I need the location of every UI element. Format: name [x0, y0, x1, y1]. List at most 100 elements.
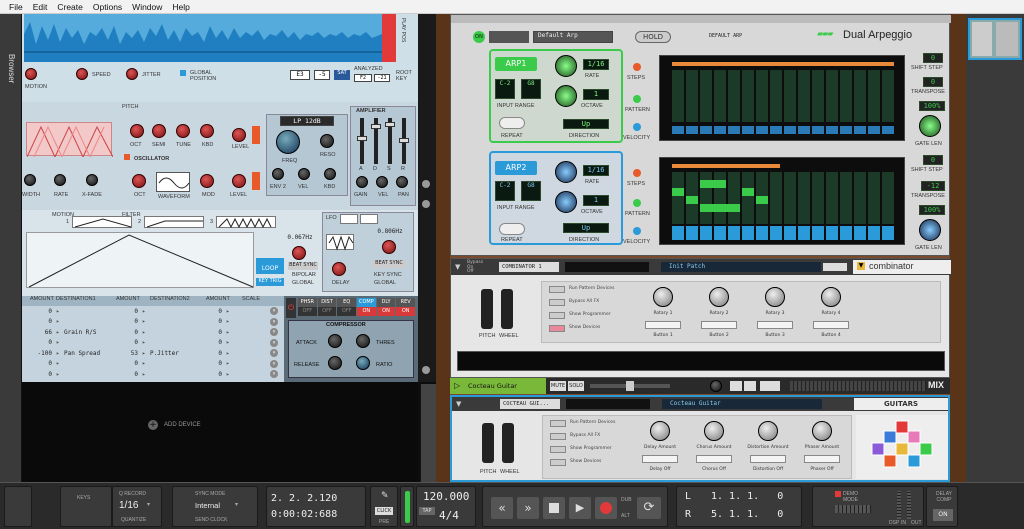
fx-tab-comp[interactable]: COMP ON: [357, 298, 376, 318]
arp1-octave-display[interactable]: 1: [583, 89, 609, 100]
pitch-oct-knob[interactable]: [130, 124, 144, 138]
mod-clear-icon[interactable]: ×: [270, 328, 278, 337]
speed-knob[interactable]: [76, 68, 88, 80]
quantize-value[interactable]: 1/16: [119, 500, 138, 511]
grain-envelope-display[interactable]: [26, 122, 114, 159]
combinator-toggle[interactable]: [549, 312, 565, 319]
combinator-1-patch[interactable]: Init Patch: [661, 262, 821, 272]
mod-amount-2[interactable]: 0: [116, 329, 142, 336]
dub-label[interactable]: DUB: [621, 497, 632, 503]
arp2-shift-step[interactable]: 0: [923, 155, 943, 165]
hold-button[interactable]: HOLD: [635, 31, 671, 43]
mod-amount-3[interactable]: 0: [198, 350, 226, 357]
arp1-rate-display[interactable]: 1/16: [583, 59, 609, 70]
rotary-button[interactable]: [750, 455, 786, 463]
arp1-octave-knob[interactable]: [555, 85, 577, 107]
key-trig-button[interactable]: KEY TRIG: [256, 278, 284, 286]
motion-shape-3[interactable]: [216, 216, 276, 229]
fx-tab-state[interactable]: ON: [376, 307, 396, 316]
fx-tab-phsr[interactable]: PHSR OFF: [298, 298, 317, 318]
arp2-octave-display[interactable]: 1: [583, 195, 609, 206]
arp2-pattern-btn[interactable]: [633, 199, 641, 207]
lfo-delay-knob[interactable]: [332, 262, 346, 276]
arp2-repeat-toggle[interactable]: [499, 223, 525, 235]
mod-dest-1[interactable]: Pan Spread: [64, 350, 116, 357]
amp-pan-knob[interactable]: [396, 176, 408, 188]
fx-tab-state[interactable]: OFF: [298, 307, 317, 316]
arp2-label[interactable]: ARP2: [495, 161, 537, 175]
power-icon[interactable]: ⏻: [286, 298, 296, 318]
lfo-wave-display[interactable]: [326, 234, 354, 251]
tap-button[interactable]: TAP: [419, 507, 435, 515]
menu-help[interactable]: Help: [167, 2, 194, 12]
mod-amount-2[interactable]: 0: [116, 371, 142, 378]
combinator-2-collapse-icon[interactable]: ▼: [456, 400, 461, 408]
mod-wheel-2[interactable]: [502, 423, 514, 463]
waveform-display-osc[interactable]: [156, 172, 190, 192]
fx-tab-state[interactable]: ON: [396, 307, 416, 316]
fx-tab-dly[interactable]: DLY ON: [376, 298, 396, 318]
osc-enable[interactable]: [124, 154, 130, 160]
arp1-rate-knob[interactable]: [555, 55, 577, 77]
fast-forward-button[interactable]: »: [517, 497, 539, 519]
beat-sync-button[interactable]: BEAT SYNC: [288, 262, 318, 270]
osc-mod-knob[interactable]: [200, 174, 214, 188]
arp1-steps-btn[interactable]: [633, 63, 641, 71]
stop-button[interactable]: [543, 497, 565, 519]
motion-envelope-display[interactable]: [26, 232, 254, 288]
arp2-note-2[interactable]: [700, 180, 726, 188]
arp2-velocity-bars[interactable]: [672, 226, 894, 240]
arp-on-button[interactable]: ON: [473, 31, 485, 43]
mod-dest-2[interactable]: P.Jitter: [150, 350, 198, 357]
mixer-pan-knob[interactable]: [710, 380, 722, 392]
arp1-velocity-btn[interactable]: [633, 123, 641, 131]
song-position[interactable]: 2. 2. 2.120: [271, 493, 337, 504]
rotary-knob[interactable]: [821, 287, 841, 307]
arp1-transpose[interactable]: 0: [923, 77, 943, 87]
filter-freq-knob[interactable]: [276, 130, 300, 154]
level-knob[interactable]: [232, 128, 246, 142]
add-device-area[interactable]: + ADD DEVICE: [22, 382, 418, 482]
pitch-wheel-2[interactable]: [482, 423, 494, 463]
rotary-button[interactable]: [804, 455, 840, 463]
combinator-toggle[interactable]: [550, 420, 566, 427]
osc-level-knob[interactable]: [232, 174, 246, 188]
mod-clear-icon[interactable]: ×: [270, 359, 278, 368]
arp2-note-1[interactable]: [672, 188, 684, 196]
combinator-2-patch[interactable]: Cocteau Guitar: [662, 399, 822, 409]
thres-knob[interactable]: [356, 334, 370, 348]
combinator-toggle[interactable]: [549, 299, 565, 306]
mod-amount-1[interactable]: 0: [22, 308, 56, 315]
root-key-display[interactable]: E3: [290, 70, 310, 80]
combinator-toggle[interactable]: [549, 286, 565, 293]
rotary-button[interactable]: [701, 321, 737, 329]
arp1-repeat-toggle[interactable]: [499, 117, 525, 129]
combinator-1-patch-buttons[interactable]: [823, 263, 847, 271]
mixer-eq-button[interactable]: [730, 381, 742, 391]
record-button[interactable]: [595, 497, 617, 519]
alt-label[interactable]: ALT: [621, 513, 630, 519]
time-signature[interactable]: 4/4: [439, 509, 459, 522]
mod-clear-icon[interactable]: ×: [270, 307, 278, 316]
osc-oct-knob[interactable]: [132, 174, 146, 188]
rewind-button[interactable]: «: [491, 497, 513, 519]
arp1-direction-display[interactable]: Up: [563, 119, 609, 129]
pitch-semi-knob[interactable]: [152, 124, 166, 138]
rack-navigator[interactable]: [968, 18, 1022, 60]
mixer-ins-button[interactable]: [744, 381, 756, 391]
left-scrollbar[interactable]: [420, 384, 436, 482]
arp1-label[interactable]: ARP1: [495, 57, 537, 71]
mod-amount-2[interactable]: 0: [116, 339, 142, 346]
mod-amount-3[interactable]: 0: [198, 308, 226, 315]
sync-dropdown-icon[interactable]: ▾: [235, 501, 238, 508]
quantize-dropdown-icon[interactable]: ▾: [147, 501, 150, 508]
mod-amount-2[interactable]: 0: [116, 308, 142, 315]
mod-dest-1[interactable]: Grain R/S: [64, 329, 116, 336]
rotary-knob[interactable]: [765, 287, 785, 307]
mod-amount-1[interactable]: 0: [22, 339, 56, 346]
combinator-1-collapse-icon[interactable]: ▼: [455, 263, 460, 271]
arp1-step-grid[interactable]: [659, 55, 905, 141]
amp-decay-handle[interactable]: [371, 124, 381, 129]
combinator-toggle[interactable]: [550, 459, 566, 466]
arp2-transpose[interactable]: -12: [921, 181, 945, 191]
